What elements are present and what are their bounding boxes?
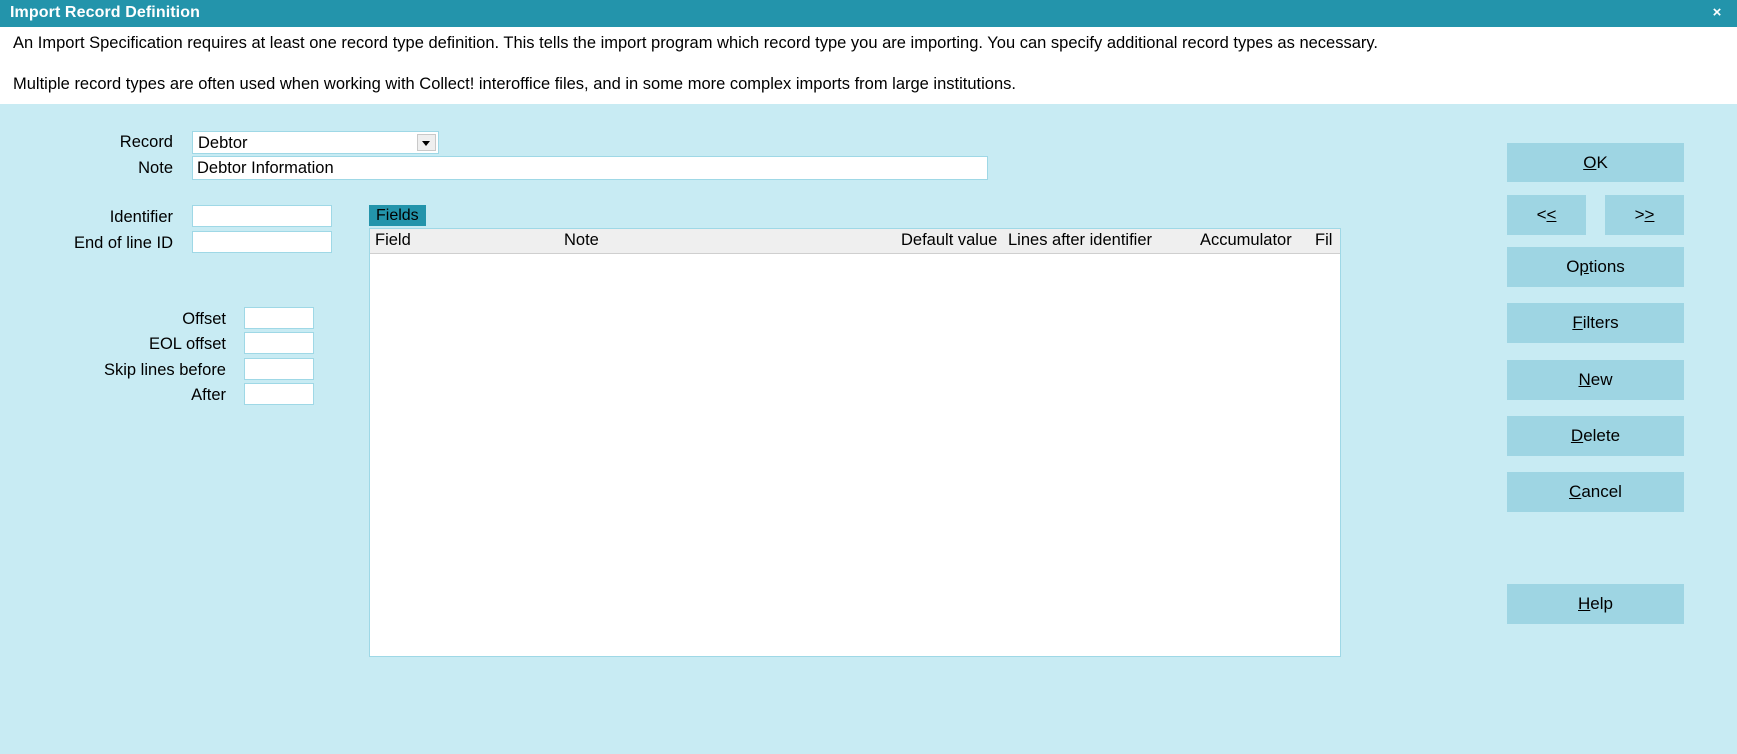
help-button-label: Help xyxy=(1578,594,1613,613)
new-button[interactable]: New xyxy=(1507,360,1684,400)
column-header-filter[interactable]: Fil xyxy=(1315,231,1332,250)
previous-button[interactable]: << xyxy=(1507,195,1586,235)
chevron-down-icon[interactable] xyxy=(417,134,436,151)
end-of-line-id-input[interactable] xyxy=(192,231,332,253)
delete-button[interactable]: Delete xyxy=(1507,416,1684,456)
identifier-label: Identifier xyxy=(109,208,173,226)
offset-label: Offset xyxy=(182,310,226,328)
cancel-button[interactable]: Cancel xyxy=(1507,472,1684,512)
skip-lines-before-input[interactable] xyxy=(244,358,314,380)
close-icon[interactable]: × xyxy=(1709,4,1725,22)
options-button-label: Options xyxy=(1566,257,1625,276)
next-button[interactable]: >> xyxy=(1605,195,1684,235)
title-bar: Import Record Definition × xyxy=(0,0,1737,27)
fields-grid-header: Field Note Default value Lines after ide… xyxy=(370,229,1340,254)
offset-input[interactable] xyxy=(244,307,314,329)
record-select-value: Debtor xyxy=(198,134,248,152)
column-header-note[interactable]: Note xyxy=(564,231,599,250)
previous-button-label: << xyxy=(1536,205,1557,224)
eol-offset-input[interactable] xyxy=(244,332,314,354)
skip-lines-before-label: Skip lines before xyxy=(104,361,226,379)
column-header-field[interactable]: Field xyxy=(375,231,411,250)
ok-button-label: OK xyxy=(1583,152,1608,172)
identifier-input[interactable] xyxy=(192,205,332,227)
column-header-default-value[interactable]: Default value xyxy=(901,231,997,250)
eol-offset-label: EOL offset xyxy=(148,335,226,353)
ok-button[interactable]: OK xyxy=(1507,143,1684,182)
window-title: Import Record Definition xyxy=(10,4,200,21)
fields-grid-body[interactable] xyxy=(370,255,1340,656)
fields-grid: Field Note Default value Lines after ide… xyxy=(369,228,1341,657)
column-header-accumulator[interactable]: Accumulator xyxy=(1200,231,1292,250)
end-of-line-id-label: End of line ID xyxy=(73,234,173,252)
note-input[interactable] xyxy=(192,156,988,180)
options-button[interactable]: Options xyxy=(1507,247,1684,287)
after-label: After xyxy=(191,386,226,404)
column-header-lines-after-identifier[interactable]: Lines after identifier xyxy=(1008,231,1152,250)
help-button[interactable]: Help xyxy=(1507,584,1684,624)
delete-button-label: Delete xyxy=(1570,426,1621,445)
note-label: Note xyxy=(138,159,173,177)
cancel-button-label: Cancel xyxy=(1569,482,1622,501)
next-button-label: >> xyxy=(1634,205,1655,224)
description-band: An Import Specification requires at leas… xyxy=(0,27,1737,104)
filters-button[interactable]: Filters xyxy=(1507,303,1684,343)
description-line-2: Multiple record types are often used whe… xyxy=(13,75,1016,93)
description-line-1: An Import Specification requires at leas… xyxy=(13,34,1379,52)
tab-fields[interactable]: Fields xyxy=(369,205,426,226)
record-select[interactable]: Debtor xyxy=(192,131,439,154)
import-record-definition-dialog: Import Record Definition × An Import Spe… xyxy=(0,0,1737,754)
after-input[interactable] xyxy=(244,383,314,405)
filters-button-label: Filters xyxy=(1572,313,1619,332)
record-label: Record xyxy=(119,133,173,151)
new-button-label: New xyxy=(1578,370,1613,389)
fields-tabstrip: Fields xyxy=(369,205,1341,226)
